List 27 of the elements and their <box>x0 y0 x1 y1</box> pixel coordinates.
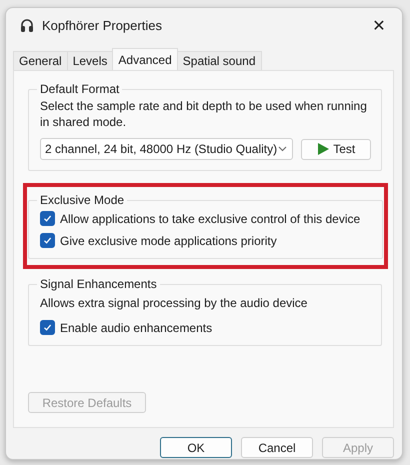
checkbox[interactable] <box>40 320 55 335</box>
group-title: Default Format <box>39 82 120 96</box>
group-title: Exclusive Mode <box>39 193 126 207</box>
checkmark-icon <box>43 236 52 245</box>
headphones-icon <box>20 18 34 32</box>
window-title: Kopfhörer Properties <box>42 18 163 32</box>
format-dropdown[interactable]: 2 channel, 24 bit, 48000 Hz (Studio Quality) <box>40 138 294 160</box>
tab[interactable]: Advanced <box>112 48 178 70</box>
play-icon <box>317 143 330 155</box>
checkbox[interactable] <box>40 233 55 248</box>
checkbox[interactable] <box>40 211 55 226</box>
dialog-button[interactable]: Cancel <box>241 437 313 458</box>
tab[interactable]: General <box>13 51 68 70</box>
description-text: Select the sample rate and bit depth to be used when running in shared mode. <box>40 98 368 130</box>
close-button[interactable]: ✕ <box>364 12 394 38</box>
tab[interactable]: Levels <box>66 51 114 70</box>
group-title: Signal Enhancements <box>39 277 158 291</box>
tab[interactable]: Spatial sound <box>176 51 262 70</box>
dialog-button[interactable]: OK <box>160 437 232 458</box>
description-text: Allows extra signal processing by the audio device <box>40 295 308 311</box>
chevron-icon <box>278 146 288 152</box>
checkbox-label[interactable]: Enable audio enhancements <box>60 320 212 334</box>
test-button[interactable]: Test <box>301 138 371 160</box>
checkbox-label[interactable]: Give exclusive mode applications priority <box>60 234 277 248</box>
checkmark-icon <box>43 214 52 223</box>
checkbox-label[interactable]: Allow applications to take exclusive control of this device <box>60 212 360 226</box>
checkmark-icon <box>43 323 52 332</box>
